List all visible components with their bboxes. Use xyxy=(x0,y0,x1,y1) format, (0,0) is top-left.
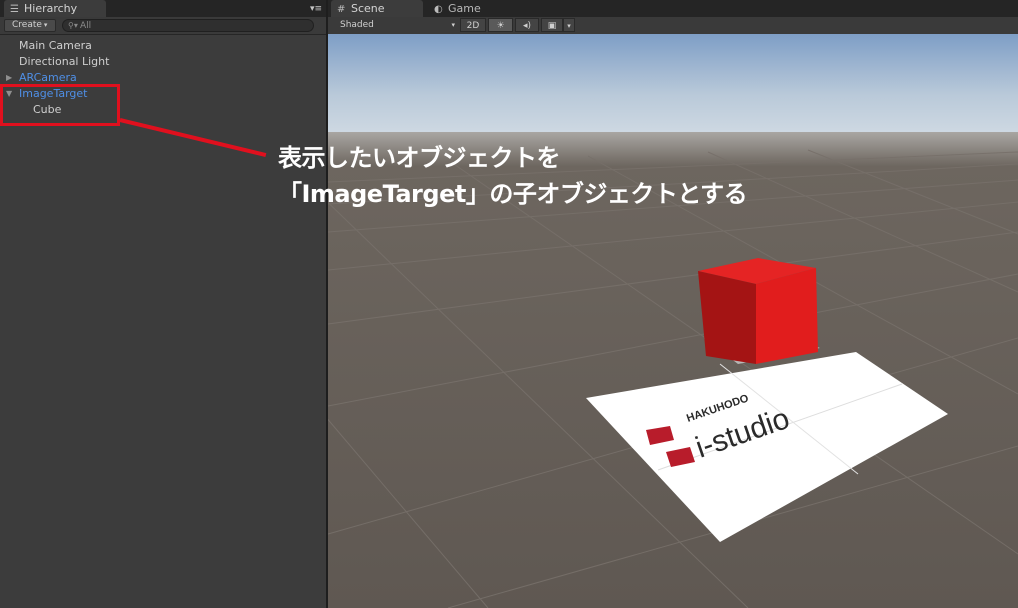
tree-item-label: Main Camera xyxy=(19,39,92,52)
tab-hierarchy[interactable]: ☰ Hierarchy xyxy=(4,0,106,17)
cube-right-face xyxy=(756,268,818,364)
sun-icon: ☀ xyxy=(496,21,505,31)
2d-toggle-button[interactable]: 2D xyxy=(460,18,486,32)
create-dropdown[interactable]: Create ▾ xyxy=(4,19,56,32)
cube-left-face xyxy=(698,271,756,364)
chevron-down-icon: ▾ xyxy=(43,21,48,29)
scene-effects-toggle[interactable]: ▣ xyxy=(541,18,563,32)
annotation-callout: 表示したいオブジェクトを 「ImageTarget」の子オブジェクトとする xyxy=(278,140,748,212)
tab-hierarchy-label: Hierarchy xyxy=(24,2,78,15)
tab-scene-label: Scene xyxy=(351,2,385,15)
effects-dropdown[interactable]: ▾ xyxy=(563,18,575,32)
scene-toolbar: Shaded ▾ 2D ☀ ◂) ▣ ▾ xyxy=(328,17,1018,35)
annotation-line-1: 表示したいオブジェクトを xyxy=(278,144,561,172)
shading-mode-label: Shaded xyxy=(340,20,374,30)
scene-lighting-toggle[interactable]: ☀ xyxy=(488,18,513,32)
red-cube xyxy=(698,258,818,364)
search-input[interactable] xyxy=(80,20,300,31)
image-icon: ▣ xyxy=(547,21,557,31)
tree-item-label: Directional Light xyxy=(19,55,110,68)
tab-game[interactable]: ◐ Game xyxy=(428,0,508,17)
chevron-down-icon: ▾ xyxy=(567,22,571,30)
hierarchy-search[interactable]: ⚲▾ xyxy=(62,19,314,32)
scene-audio-toggle[interactable]: ◂) xyxy=(515,18,539,32)
scene-tab-bar: # Scene ◐ Game xyxy=(328,0,1018,17)
sky xyxy=(328,34,1018,144)
create-label: Create xyxy=(12,20,42,30)
tab-game-label: Game xyxy=(448,2,481,15)
panel-menu-icon[interactable]: ▾≡ xyxy=(308,3,322,15)
hierarchy-panel: ☰Hierarchy ▾≡ Create▾ ⚲▾ Main Camera Dir… xyxy=(0,0,326,608)
scene-panel: # Scene ◐ Game Shaded ▾ 2D ☀ ◂) ▣ ▾ HAKU… xyxy=(328,0,1018,608)
hierarchy-tab-bar: ☰ Hierarchy ▾≡ xyxy=(0,0,326,17)
annotation-line-2: 「ImageTarget」の子オブジェクトとする xyxy=(278,180,748,208)
speaker-icon: ◂) xyxy=(522,21,532,31)
scene-viewport[interactable]: HAKUHODO i-studio xyxy=(328,34,1018,608)
tree-item-main-camera[interactable]: Main Camera xyxy=(0,38,326,54)
search-icon: ⚲▾ xyxy=(68,21,78,30)
highlight-box xyxy=(0,84,120,126)
hierarchy-toolbar: Create ▾ ⚲▾ xyxy=(0,17,326,35)
shading-mode-dropdown[interactable]: Shaded ▾ xyxy=(331,18,457,32)
chevron-down-icon: ▾ xyxy=(451,21,455,29)
tab-scene[interactable]: # Scene xyxy=(331,0,423,17)
scene-view-render: HAKUHODO i-studio xyxy=(328,34,1018,608)
tree-item-directional-light[interactable]: Directional Light xyxy=(0,54,326,70)
